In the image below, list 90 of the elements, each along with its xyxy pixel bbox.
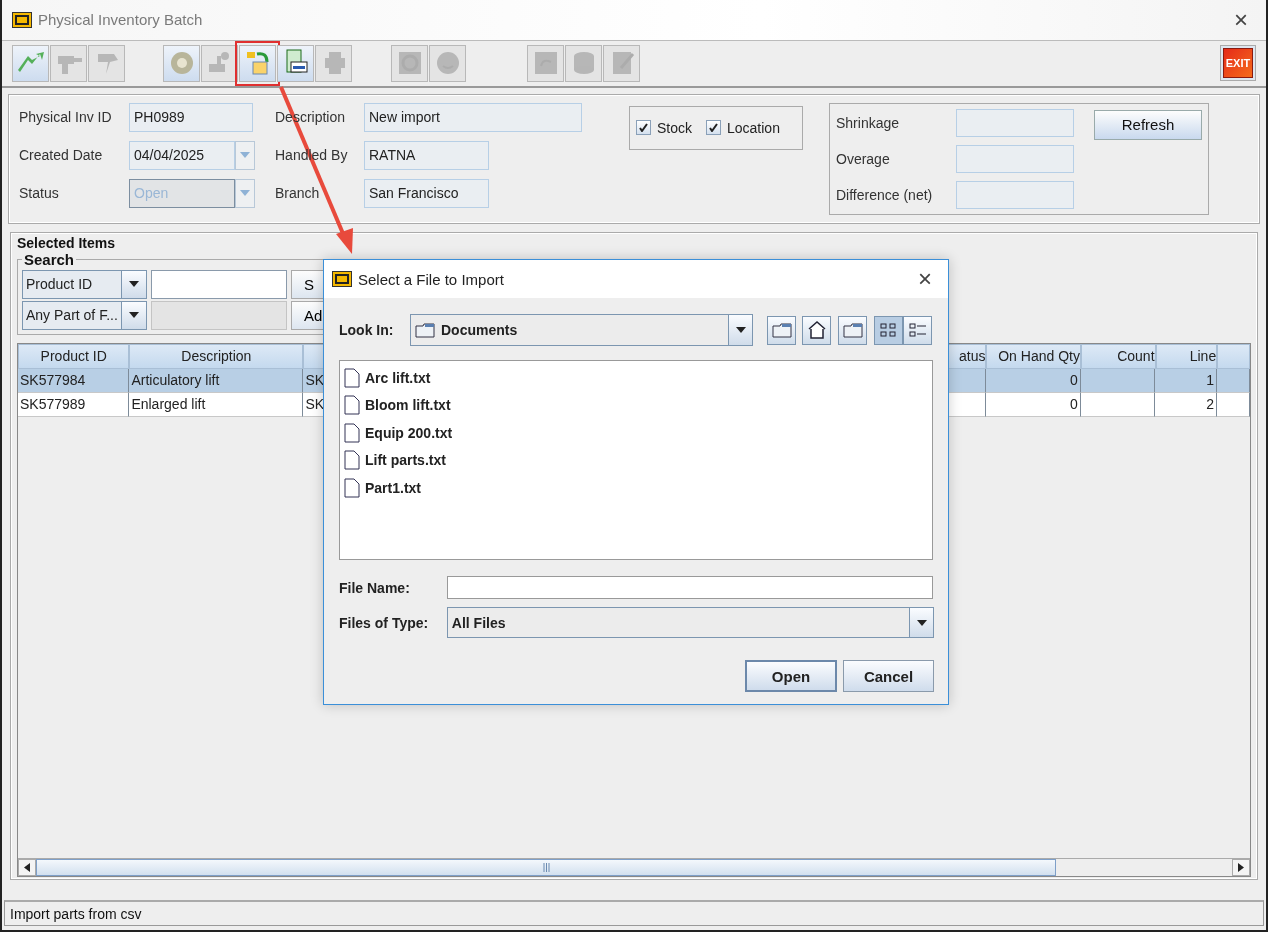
table-cell: SK577984 <box>18 368 130 393</box>
text-field[interactable]: San Francisco <box>364 178 489 208</box>
dialog-title: Select a File to Import <box>358 270 505 288</box>
field-label: Status <box>19 185 60 202</box>
field-label: Files of Type: <box>339 614 430 631</box>
dialog-logo <box>332 271 352 287</box>
dropdown-arrow-icon <box>916 619 927 626</box>
field-label: Look In: <box>339 322 395 338</box>
dialog-button[interactable]: Open <box>745 660 837 692</box>
file-type-combo[interactable]: All Files <box>446 607 934 638</box>
scrollbar-thumb[interactable] <box>36 859 1056 877</box>
check-icon <box>639 123 648 133</box>
field-label: Physical Inv ID <box>19 109 113 126</box>
scroll-right-icon <box>1238 863 1244 873</box>
dialog-close-button[interactable]: × <box>910 265 940 293</box>
list-view-icon <box>879 323 898 337</box>
toolbar-button[interactable] <box>277 44 314 82</box>
file-icon <box>344 422 360 443</box>
dropdown-arrow-icon <box>240 190 250 197</box>
home-button[interactable] <box>802 315 831 345</box>
table-cell <box>1217 392 1250 417</box>
dialog-button[interactable]: Cancel <box>843 660 934 692</box>
field-label: Difference (net) <box>836 186 934 203</box>
table-cell: Articulatory lift <box>129 368 304 393</box>
new-folder-icon <box>842 322 863 338</box>
combo-field[interactable]: 04/04/2025 <box>129 140 235 170</box>
text-field[interactable]: New import <box>364 102 582 132</box>
folder-icon <box>415 322 435 338</box>
field-label: Created Date <box>19 147 104 164</box>
home-icon <box>807 321 826 339</box>
refresh-button[interactable]: Refresh <box>1094 109 1202 140</box>
exit-button[interactable]: EXIT <box>1220 45 1256 82</box>
check-icon <box>709 123 718 133</box>
table-cell: SK577989 <box>18 392 130 417</box>
file-item[interactable]: Lift parts.txt <box>365 452 446 469</box>
window-title: Physical Inventory Batch <box>38 11 204 29</box>
up-folder-button[interactable] <box>767 315 796 345</box>
file-icon <box>344 477 360 498</box>
up-folder-icon <box>771 322 792 338</box>
column-header[interactable] <box>1217 343 1250 369</box>
file-item[interactable]: Arc lift.txt <box>365 369 431 386</box>
status-bar: Import parts from csv <box>4 900 1264 926</box>
table-cell: 0 <box>986 368 1081 393</box>
look-in-combo[interactable]: Documents <box>410 314 753 346</box>
section-title: Selected Items <box>17 234 117 251</box>
column-header[interactable]: On Hand Qty <box>986 343 1081 369</box>
dropdown-arrow-icon <box>735 327 746 333</box>
close-button[interactable]: × <box>1226 5 1256 34</box>
file-item[interactable]: Bloom lift.txt <box>365 397 451 414</box>
grip-icon <box>542 863 550 873</box>
scroll-left-icon <box>24 863 30 873</box>
text-field[interactable]: PH0989 <box>129 102 253 132</box>
file-icon <box>344 367 360 388</box>
dropdown-arrow-icon <box>240 152 250 159</box>
search-combo[interactable]: Any Part of F... <box>22 300 147 330</box>
table-cell: 2 <box>1155 392 1218 417</box>
file-item[interactable]: Equip 200.txt <box>365 424 453 441</box>
file-icon <box>344 450 360 471</box>
field-label: Shrinkage <box>836 114 901 131</box>
field-label: Overage <box>836 150 891 167</box>
text-field[interactable] <box>956 180 1074 209</box>
column-header[interactable]: Count <box>1080 343 1156 369</box>
column-header[interactable]: Description <box>129 343 304 369</box>
field-label: Branch <box>275 185 321 202</box>
file-icon <box>344 395 360 416</box>
details-view-button[interactable] <box>903 315 932 345</box>
list-view-button[interactable] <box>874 315 903 345</box>
file-item[interactable]: Part1.txt <box>365 479 422 496</box>
dropdown-arrow-icon <box>129 281 139 288</box>
text-field[interactable]: RATNA <box>364 140 489 170</box>
checkbox[interactable] <box>636 120 651 136</box>
table-cell <box>1217 368 1250 393</box>
search-field[interactable] <box>151 269 287 299</box>
column-header[interactable]: Line <box>1155 343 1218 369</box>
checkbox-label: Stock <box>657 119 692 136</box>
search-combo[interactable]: Product ID <box>22 269 147 299</box>
table-cell: 0 <box>986 392 1081 417</box>
checkbox-label: Location <box>727 119 780 136</box>
table-cell: Enlarged lift <box>129 392 304 417</box>
column-header[interactable]: Product ID <box>18 343 130 369</box>
details-view-icon <box>908 323 927 337</box>
table-cell: 1 <box>1155 368 1218 393</box>
text-field[interactable] <box>956 144 1074 173</box>
file-name-field[interactable] <box>447 576 933 599</box>
text-field[interactable] <box>956 108 1074 137</box>
checkbox[interactable] <box>706 120 721 136</box>
field-label: File Name: <box>339 579 411 596</box>
new-folder-button[interactable] <box>838 315 867 345</box>
dropdown-arrow-icon <box>129 312 139 319</box>
app-logo <box>12 11 32 28</box>
